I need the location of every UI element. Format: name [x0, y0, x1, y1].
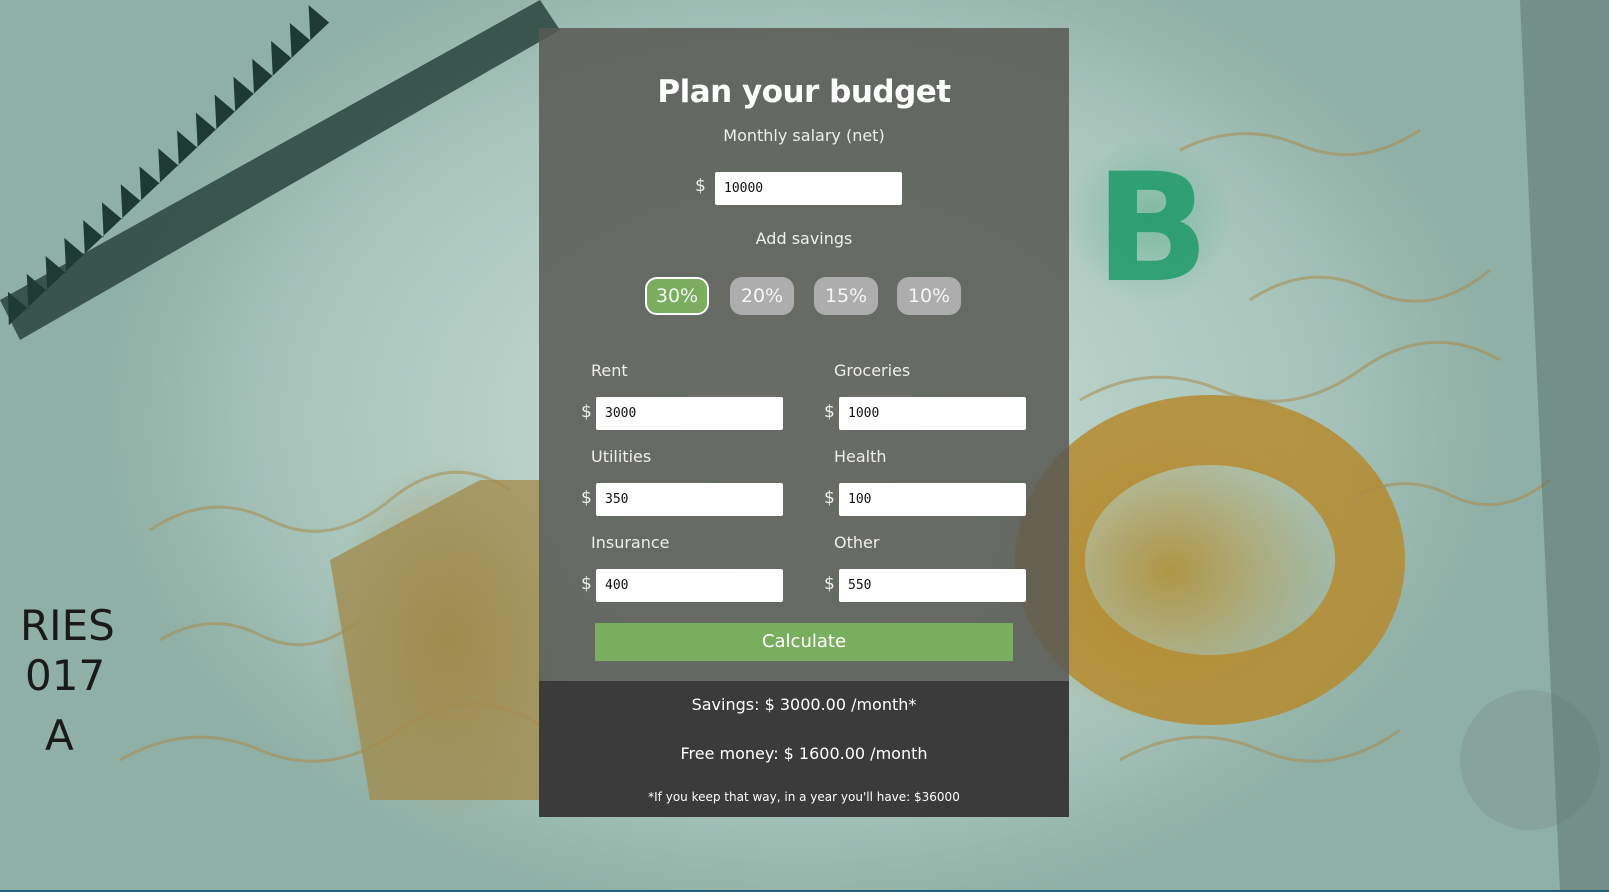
salary-label: Monthly salary (net)	[723, 126, 885, 145]
savings-label: Add savings	[755, 229, 853, 248]
svg-text:B: B	[1095, 142, 1209, 316]
insurance-input[interactable]: 400	[596, 569, 783, 602]
other-input[interactable]: 550	[839, 569, 1026, 602]
savings-option-30[interactable]: 30%	[645, 277, 709, 315]
banknote-text-ries: RIES	[20, 601, 115, 650]
savings-option-20[interactable]: 20%	[730, 277, 794, 315]
utilities-currency-symbol: $	[581, 488, 592, 508]
salary-input[interactable]: 10000	[715, 172, 902, 205]
other-currency-symbol: $	[824, 574, 835, 594]
insurance-currency-symbol: $	[581, 574, 592, 594]
other-label: Other	[834, 533, 880, 552]
utilities-label: Utilities	[591, 447, 652, 466]
results-panel: Savings: $ 3000.00 /month* Free money: $…	[539, 681, 1069, 817]
budget-panel: Plan your budget Monthly salary (net) $ …	[539, 28, 1069, 681]
utilities-input[interactable]: 350	[596, 483, 783, 516]
free-money-result: Free money: $ 1600.00 /month	[680, 744, 928, 763]
rent-label: Rent	[591, 361, 628, 380]
banknote-text-a: A	[45, 711, 74, 760]
health-currency-symbol: $	[824, 488, 835, 508]
banknote-text-year: 017	[25, 651, 105, 700]
savings-option-15[interactable]: 15%	[814, 277, 878, 315]
savings-option-10[interactable]: 10%	[897, 277, 961, 315]
rent-currency-symbol: $	[581, 402, 592, 422]
groceries-label: Groceries	[834, 361, 911, 380]
salary-currency-symbol: $	[695, 176, 706, 196]
insurance-label: Insurance	[591, 533, 670, 552]
yearly-savings-note: *If you keep that way, in a year you'll …	[648, 790, 960, 804]
calculate-button[interactable]: Calculate	[595, 623, 1013, 661]
health-input[interactable]: 100	[839, 483, 1026, 516]
health-label: Health	[834, 447, 887, 466]
savings-result: Savings: $ 3000.00 /month*	[691, 695, 917, 714]
groceries-currency-symbol: $	[824, 402, 835, 422]
rent-input[interactable]: 3000	[596, 397, 783, 430]
groceries-input[interactable]: 1000	[839, 397, 1026, 430]
page-title: Plan your budget	[657, 74, 951, 110]
